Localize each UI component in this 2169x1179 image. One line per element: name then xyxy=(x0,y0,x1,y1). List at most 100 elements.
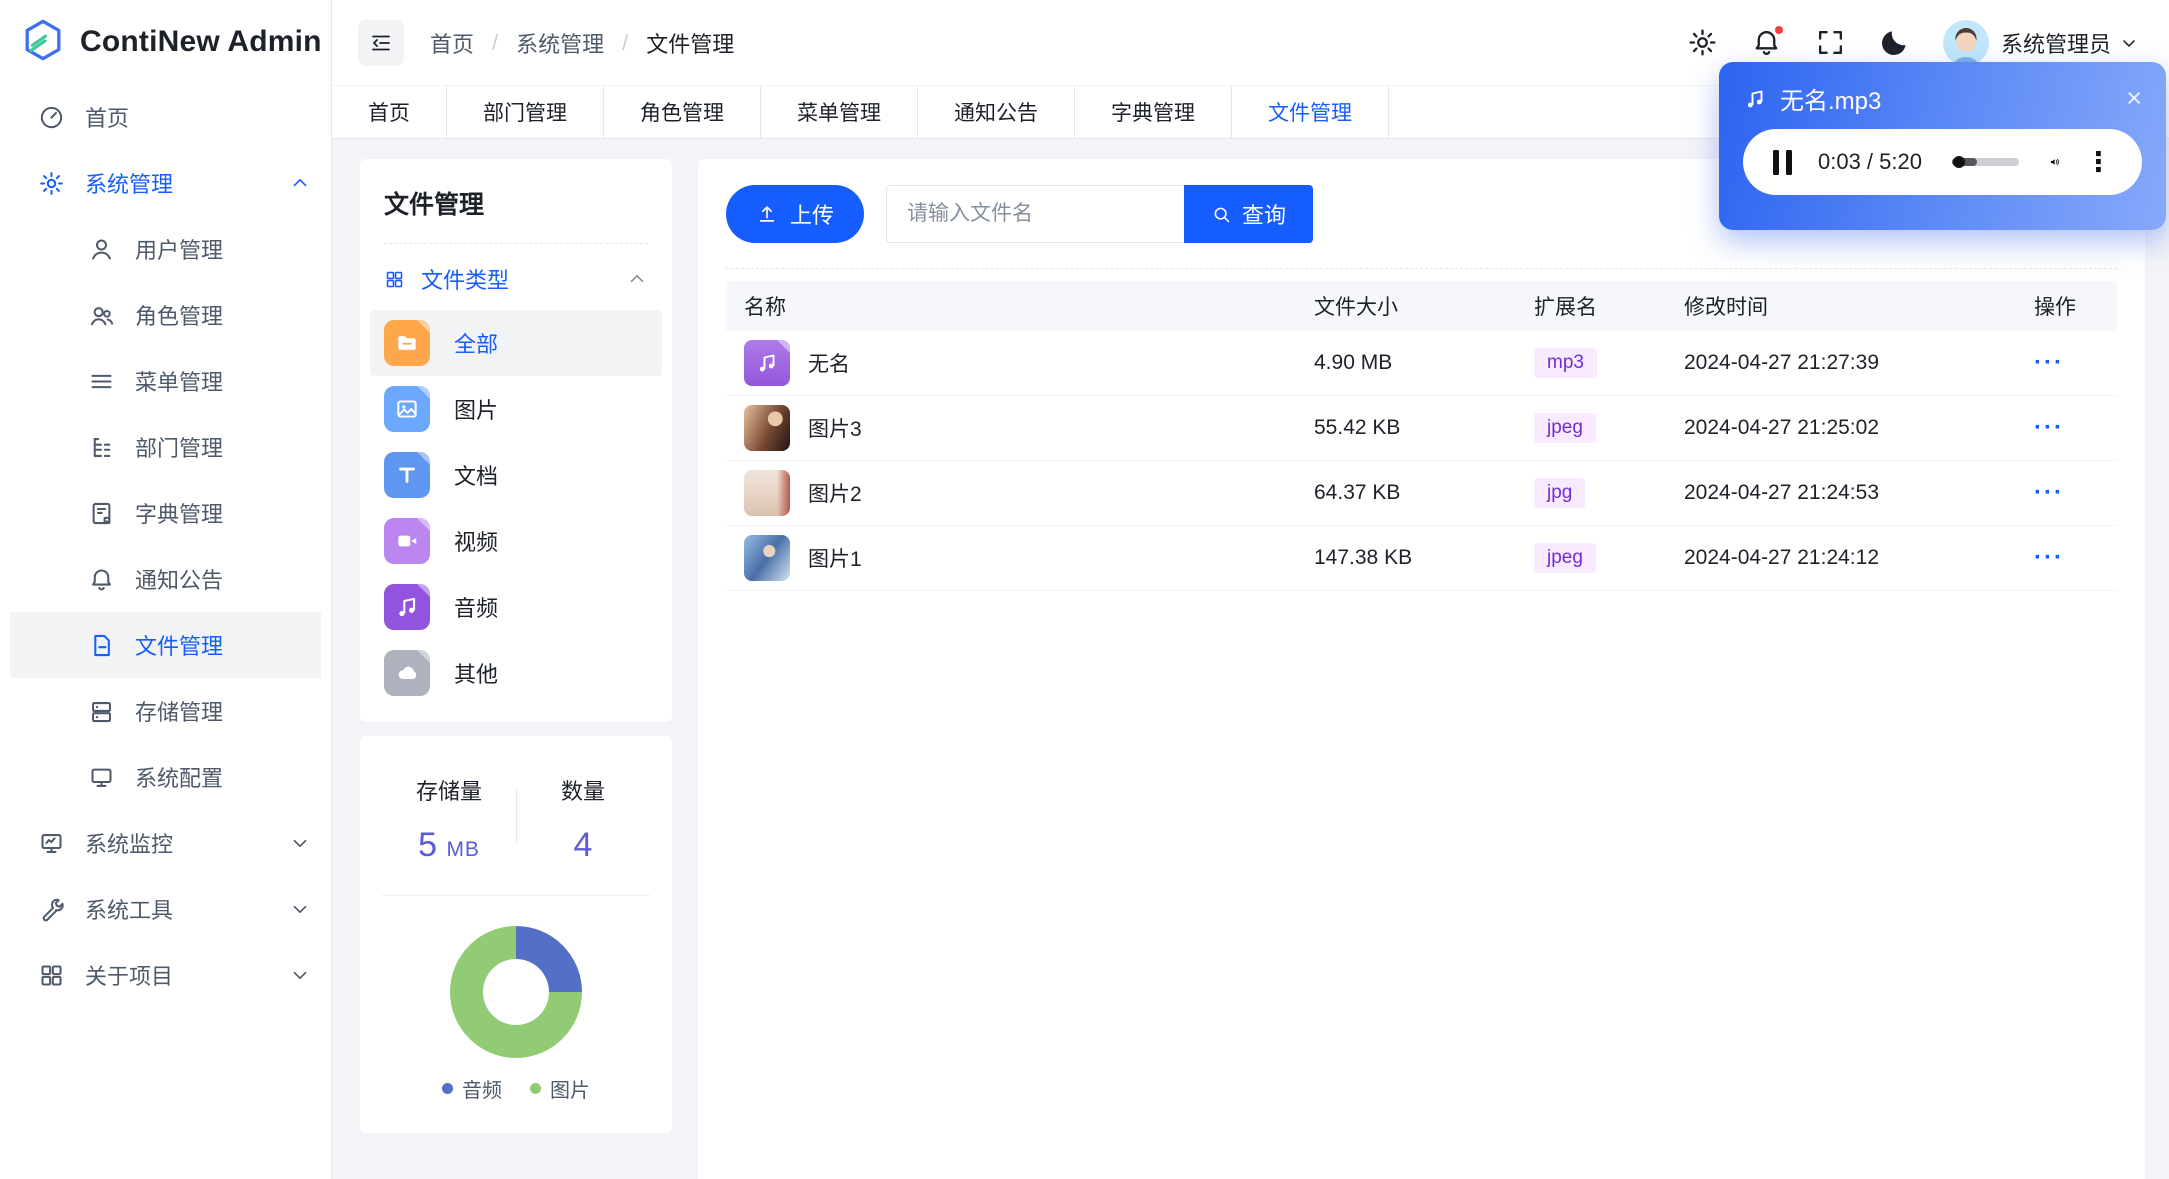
file-modified: 2024-04-27 21:24:53 xyxy=(1684,481,1879,504)
upload-button[interactable]: 上传 xyxy=(726,185,865,243)
document-icon xyxy=(384,452,430,498)
query-button[interactable]: 查询 xyxy=(1184,185,1314,243)
music-note-icon xyxy=(1747,90,1763,107)
tab-menu[interactable]: 菜单管理 xyxy=(761,86,918,138)
search-group: 查询 xyxy=(886,185,1314,243)
stat-count: 数量 4 xyxy=(516,774,650,865)
legend-dot xyxy=(530,1083,541,1094)
file-type-label: 其他 xyxy=(454,662,499,687)
file-modified: 2024-04-27 21:24:12 xyxy=(1684,546,1879,569)
stat-count-label: 数量 xyxy=(560,779,605,804)
storage-icon xyxy=(92,701,111,722)
sidebar-item-role-management[interactable]: 角色管理 xyxy=(0,282,331,348)
sidebar-item-announcement[interactable]: 通知公告 xyxy=(0,546,331,612)
sidebar-item-file-management[interactable]: 文件管理 xyxy=(10,612,321,678)
file-type-document[interactable]: 文档 xyxy=(370,442,662,508)
file-type-label: 全部 xyxy=(454,332,499,357)
tab-announcement[interactable]: 通知公告 xyxy=(918,86,1075,138)
sidebar-item-system-monitor[interactable]: 系统监控 xyxy=(0,810,331,876)
col-name: 名称 xyxy=(744,296,786,319)
row-actions-button[interactable]: ··· xyxy=(2034,544,2064,571)
sidebar-item-menu-management[interactable]: 菜单管理 xyxy=(0,348,331,414)
fullscreen-button[interactable] xyxy=(1815,27,1846,58)
chevron-up-icon xyxy=(293,178,307,187)
tab-department[interactable]: 部门管理 xyxy=(447,86,604,138)
table-row[interactable]: 图片3 55.42 KB jpeg 2024-04-27 21:25:02 ··… xyxy=(726,396,2117,461)
cloud-icon xyxy=(384,650,430,696)
department-tree-icon xyxy=(93,437,111,457)
tab-file-management[interactable]: 文件管理 xyxy=(1232,86,1389,138)
file-type-video[interactable]: 视频 xyxy=(370,508,662,574)
tab-dictionary[interactable]: 字典管理 xyxy=(1075,86,1232,138)
breadcrumb-item-home[interactable]: 首页 xyxy=(430,27,474,59)
legend-item-audio: 音频 xyxy=(442,1074,502,1103)
breadcrumb-item-system[interactable]: 系统管理 xyxy=(516,27,604,59)
dashboard-icon xyxy=(40,106,63,128)
audio-controls: 0:03 / 5:20 ⋮ xyxy=(1743,129,2142,195)
stats-row: 存储量 5 MB 数量 4 xyxy=(382,766,650,895)
table-row[interactable]: 无名 4.90 MB mp3 2024-04-27 21:27:39 ··· xyxy=(726,331,2117,396)
dark-mode-moon-icon xyxy=(1881,31,1906,55)
volume-icon[interactable] xyxy=(2049,148,2061,176)
more-options-icon[interactable]: ⋮ xyxy=(2085,148,2112,176)
ext-badge: mp3 xyxy=(1534,348,1597,378)
file-table-card: 上传 查询 名称 文件大小 扩展名 修改时间 操作 xyxy=(698,159,2145,1179)
close-icon[interactable]: × xyxy=(2126,85,2142,112)
sidebar-item-system-config[interactable]: 系统配置 xyxy=(0,744,331,810)
divider xyxy=(384,243,648,244)
row-actions-button[interactable]: ··· xyxy=(2034,479,2064,506)
header-actions: 系统管理员 xyxy=(1687,19,2139,66)
notifications-button[interactable] xyxy=(1751,24,1785,58)
upload-icon xyxy=(759,206,775,222)
sidebar-item-about-project[interactable]: 关于项目 xyxy=(0,942,331,1008)
file-thumbnail xyxy=(744,535,790,581)
sidebar-menu: 首页 系统管理 用户管理 角色管理 菜单管理 部门管理 字典管理 通知公告 文件… xyxy=(0,84,331,1008)
sidebar-item-system-management[interactable]: 系统管理 xyxy=(0,150,331,216)
sidebar-item-user-management[interactable]: 用户管理 xyxy=(0,216,331,282)
legend-item-image: 图片 xyxy=(530,1074,590,1103)
settings-button[interactable] xyxy=(1687,27,1718,58)
chevron-down-icon xyxy=(2123,39,2135,47)
file-type-audio[interactable]: 音频 xyxy=(370,574,662,640)
tab-home[interactable]: 首页 xyxy=(332,86,447,138)
settings-gear-icon xyxy=(40,171,63,195)
sidebar-item-system-tools[interactable]: 系统工具 xyxy=(0,876,331,942)
ext-badge: jpeg xyxy=(1534,543,1596,573)
dark-mode-button[interactable] xyxy=(1879,27,1910,58)
sidebar-collapse-button[interactable] xyxy=(358,19,404,66)
chart-legend: 音频 图片 xyxy=(442,1074,590,1103)
file-type-label: 文档 xyxy=(454,464,499,489)
audio-player-popup: 无名.mp3 × 0:03 / 5:20 ⋮ xyxy=(1719,62,2166,230)
file-type-label: 图片 xyxy=(454,398,499,423)
sidebar-item-home[interactable]: 首页 xyxy=(0,84,331,150)
sidebar-item-department-management[interactable]: 部门管理 xyxy=(0,414,331,480)
left-column: 文件管理 文件类型 全部 图片 文档 视频 音频 其他 存储量 5 MB 数量 … xyxy=(360,159,672,1133)
table-header: 名称 文件大小 扩展名 修改时间 操作 xyxy=(726,281,2117,331)
storage-donut xyxy=(450,926,582,1058)
col-actions: 操作 xyxy=(2034,296,2076,319)
menu-fold-icon xyxy=(372,35,390,50)
player-progress-knob[interactable] xyxy=(1952,156,1965,168)
file-type-group-toggle[interactable]: 文件类型 xyxy=(384,248,648,310)
row-actions-button[interactable]: ··· xyxy=(2034,349,2064,376)
file-type-all[interactable]: 全部 xyxy=(370,310,662,376)
player-progress-bar[interactable] xyxy=(1951,156,2019,168)
user-menu[interactable]: 系统管理员 xyxy=(1942,19,2139,66)
search-input[interactable] xyxy=(886,185,1185,243)
player-title: 无名.mp3 xyxy=(1780,88,1882,115)
tab-role[interactable]: 角色管理 xyxy=(604,86,761,138)
sidebar-item-dictionary-management[interactable]: 字典管理 xyxy=(0,480,331,546)
file-size: 64.37 KB xyxy=(1314,481,1401,504)
file-type-image[interactable]: 图片 xyxy=(370,376,662,442)
row-actions-button[interactable]: ··· xyxy=(2034,414,2064,441)
table-row[interactable]: 图片2 64.37 KB jpg 2024-04-27 21:24:53 ··· xyxy=(726,461,2117,526)
file-modified: 2024-04-27 21:27:39 xyxy=(1684,351,1879,374)
file-type-label: 视频 xyxy=(454,530,499,555)
sidebar-item-storage-management[interactable]: 存储管理 xyxy=(0,678,331,744)
file-type-other[interactable]: 其他 xyxy=(370,640,662,706)
image-icon xyxy=(384,386,430,432)
announcement-bell-icon xyxy=(92,568,111,590)
table-row[interactable]: 图片1 147.38 KB jpeg 2024-04-27 21:24:12 ·… xyxy=(726,526,2117,591)
pause-button[interactable] xyxy=(1773,149,1792,175)
audio-file-icon xyxy=(744,340,790,386)
